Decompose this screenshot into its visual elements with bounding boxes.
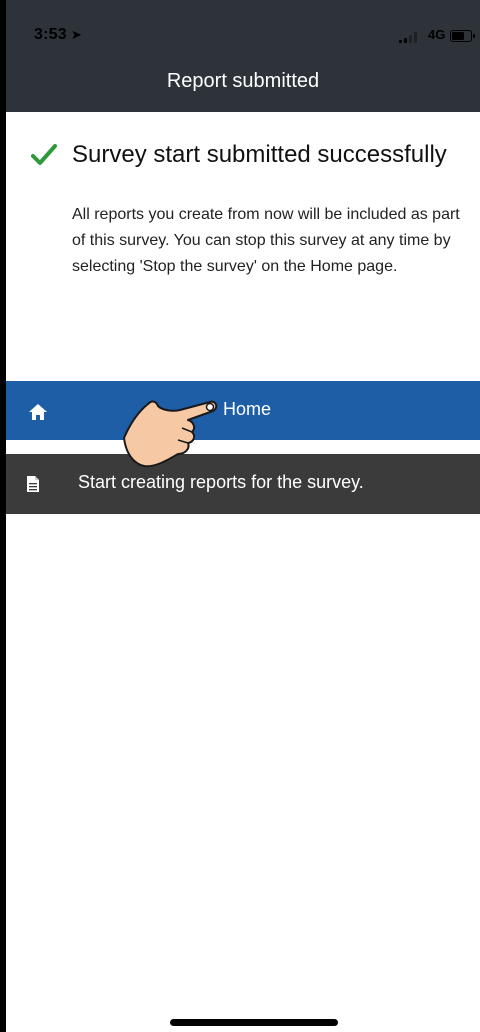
start-reports-button[interactable]: Start creating reports for the survey. <box>6 454 480 514</box>
home-button[interactable]: Home <box>6 381 480 440</box>
signal-bars-icon <box>399 31 421 43</box>
checkmark-icon <box>31 144 57 165</box>
location-arrow-icon: ➤ <box>70 27 82 42</box>
status-time: 3:53 ➤ <box>34 26 82 44</box>
home-icon <box>29 404 47 420</box>
home-label: Home <box>223 399 272 419</box>
status-time-text: 3:53 <box>34 26 67 43</box>
start-reports-label: Start creating reports for the survey. <box>78 472 364 492</box>
home-indicator <box>170 1019 338 1026</box>
page-title: Report submitted <box>166 70 320 92</box>
document-icon <box>27 476 39 492</box>
status-bar: 3:53 ➤ 4G <box>6 0 480 62</box>
success-title: Survey start submitted successfully <box>72 141 447 168</box>
network-type: 4G <box>428 27 446 42</box>
success-description: All reports you create from now will be … <box>72 206 460 275</box>
battery-icon <box>450 30 475 42</box>
pointing-hand-icon <box>123 400 218 468</box>
phone-screen: 3:53 ➤ 4G Report submitted Survey start s… <box>6 0 480 1032</box>
header: 3:53 ➤ 4G Report submitted <box>6 0 480 112</box>
